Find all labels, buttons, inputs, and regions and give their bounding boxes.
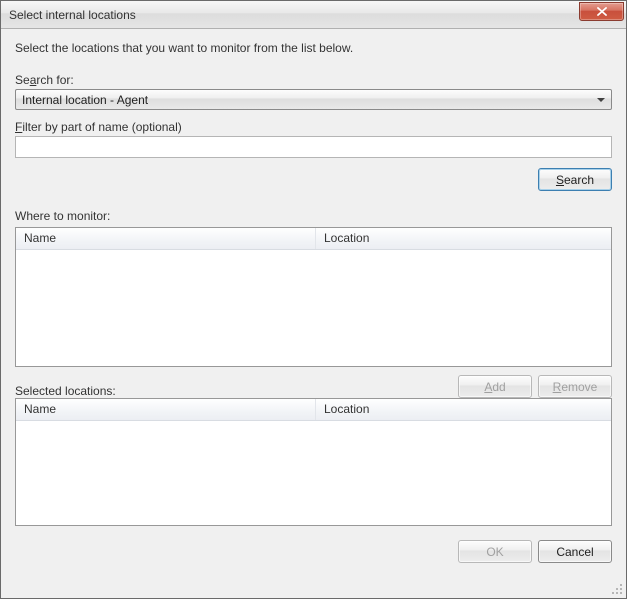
ok-button: OK — [458, 540, 532, 563]
search-button[interactable]: Search — [538, 168, 612, 191]
selected-locations-list[interactable]: Name Location — [15, 398, 612, 526]
search-for-dropdown[interactable]: Internal location - Agent — [15, 89, 612, 110]
dialog-window: Select internal locations Select the loc… — [0, 0, 627, 599]
intro-text: Select the locations that you want to mo… — [15, 41, 612, 55]
titlebar: Select internal locations — [1, 1, 626, 29]
dialog-content: Select the locations that you want to mo… — [1, 29, 626, 598]
list-body — [16, 250, 611, 366]
column-header-location[interactable]: Location — [316, 228, 611, 249]
resize-grip[interactable] — [610, 582, 624, 596]
column-header-location[interactable]: Location — [316, 399, 611, 420]
add-button: Add — [458, 375, 532, 398]
selected-locations-label: Selected locations: — [15, 384, 458, 398]
close-icon — [597, 7, 607, 16]
list-body — [16, 421, 611, 525]
close-button[interactable] — [579, 2, 624, 21]
filter-input[interactable] — [15, 136, 612, 158]
window-title: Select internal locations — [9, 8, 579, 22]
chevron-down-icon — [597, 98, 605, 102]
search-for-label: Search for: — [15, 73, 612, 87]
where-to-monitor-list[interactable]: Name Location — [15, 227, 612, 367]
filter-label: Filter by part of name (optional) — [15, 120, 612, 134]
cancel-button[interactable]: Cancel — [538, 540, 612, 563]
where-to-monitor-label: Where to monitor: — [15, 209, 612, 223]
column-header-name[interactable]: Name — [16, 399, 316, 420]
column-header-name[interactable]: Name — [16, 228, 316, 249]
list-header: Name Location — [16, 228, 611, 250]
list-header: Name Location — [16, 399, 611, 421]
search-for-value: Internal location - Agent — [22, 93, 597, 107]
remove-button: Remove — [538, 375, 612, 398]
